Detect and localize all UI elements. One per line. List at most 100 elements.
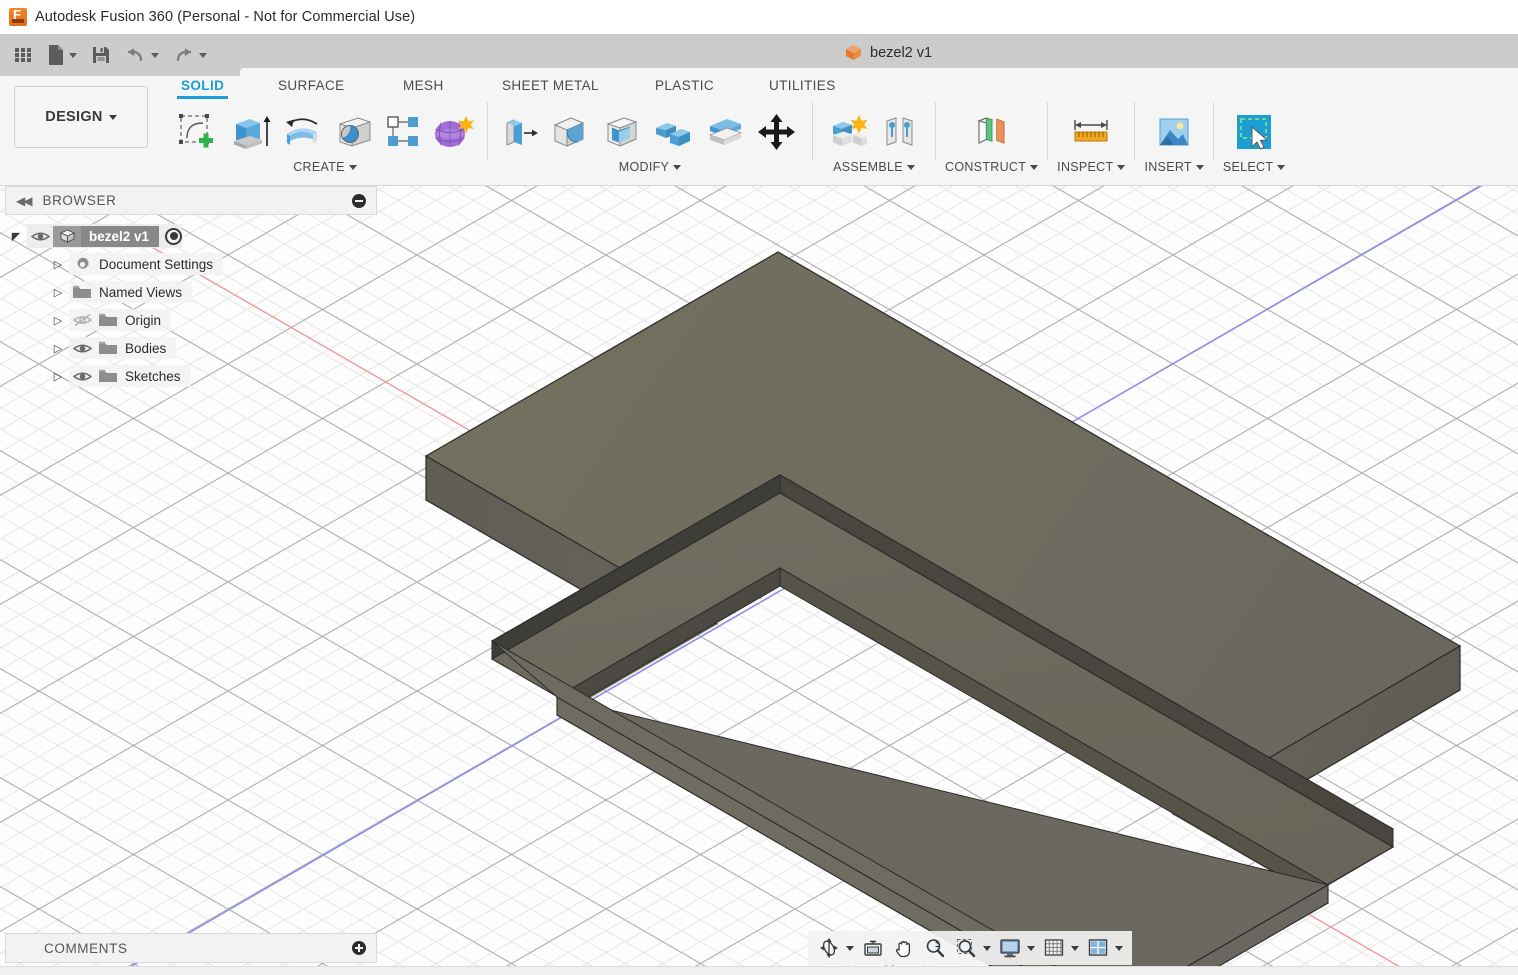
panel-label-insert[interactable]: INSERT <box>1144 160 1204 174</box>
folder-icon <box>95 337 121 359</box>
tab-solid[interactable]: SOLID <box>176 78 229 99</box>
chevron-down-icon[interactable] <box>846 945 854 951</box>
chevron-down-icon <box>1030 164 1039 170</box>
tab-sheet-metal[interactable]: SHEET METAL <box>502 78 599 93</box>
radio-dot-icon[interactable] <box>165 227 183 245</box>
panel-divider <box>812 102 813 160</box>
zoom-magnifier-icon[interactable] <box>920 933 950 963</box>
split-face-icon[interactable] <box>699 103 751 161</box>
browser-root-row[interactable]: ◤ bezel2 v1 <box>5 222 377 250</box>
expand-twisty-icon[interactable]: ▷ <box>47 370 69 383</box>
browser-header: ◀◀ BROWSER <box>5 186 377 215</box>
visibility-eye-off-icon[interactable] <box>69 309 95 331</box>
window-title: Autodesk Fusion 360 (Personal - Not for … <box>35 8 416 25</box>
panel-label-assemble[interactable]: ASSEMBLE <box>833 160 915 174</box>
tab-plastic[interactable]: PLASTIC <box>655 78 714 93</box>
insert-image-icon[interactable] <box>1148 103 1200 161</box>
browser-item-label: Origin <box>125 312 162 328</box>
chevron-down-icon[interactable] <box>1115 945 1123 951</box>
status-bar <box>0 966 1518 975</box>
pan-hand-icon[interactable] <box>889 933 919 963</box>
ribbon-tabs: SOLID SURFACE MESH SHEET METAL PLASTIC U… <box>0 78 1518 102</box>
viewports-icon[interactable] <box>1083 933 1113 963</box>
document-tab[interactable]: bezel2 v1 <box>845 44 932 61</box>
chevron-down-icon <box>199 52 207 58</box>
press-pull-icon[interactable] <box>497 103 543 161</box>
shell-icon[interactable] <box>595 103 647 161</box>
select-cursor-icon[interactable] <box>1228 103 1280 161</box>
document-name: bezel2 v1 <box>870 44 933 61</box>
browser-item-named-views[interactable]: ▷ Named Views <box>5 278 377 306</box>
move-copy-icon[interactable] <box>751 103 803 161</box>
chevron-down-icon[interactable] <box>983 945 991 951</box>
form-icon[interactable] <box>426 103 478 161</box>
plus-circle-icon[interactable] <box>352 941 366 955</box>
chevron-down-icon[interactable] <box>1027 945 1035 951</box>
panel-divider <box>1134 102 1136 160</box>
browser-tree: ◤ bezel2 v1 ▷ Document Settings ▷ Named … <box>5 222 377 390</box>
combine-icon[interactable] <box>647 103 699 161</box>
expand-twisty-icon[interactable]: ▷ <box>47 342 69 355</box>
ribbon: DESIGN SOLID SURFACE MESH SHEET METAL PL… <box>0 76 1518 186</box>
tab-mesh[interactable]: MESH <box>403 78 444 93</box>
tab-utilities[interactable]: UTILITIES <box>769 78 836 93</box>
expand-twisty-open-icon[interactable]: ◤ <box>5 230 27 243</box>
chevron-down-icon <box>108 114 117 120</box>
visibility-eye-icon[interactable] <box>69 365 95 387</box>
revolve-icon[interactable] <box>276 103 328 161</box>
minus-circle-icon[interactable] <box>352 193 366 208</box>
rectangular-pattern-icon[interactable] <box>380 103 426 161</box>
browser-title: BROWSER <box>42 193 117 208</box>
navigation-bar <box>808 931 1132 965</box>
browser-item-bodies[interactable]: ▷ Bodies <box>5 334 377 362</box>
hole-icon[interactable] <box>328 103 380 161</box>
browser-item-origin[interactable]: ▷ Origin <box>5 306 377 334</box>
folder-icon <box>69 281 95 303</box>
expand-twisty-icon[interactable]: ▷ <box>47 314 69 327</box>
panel-label-select[interactable]: SELECT <box>1223 160 1286 174</box>
panel-create: CREATE <box>168 102 482 174</box>
construction-plane-icon[interactable] <box>966 103 1018 161</box>
look-at-icon[interactable] <box>858 933 888 963</box>
chevron-down-icon <box>1117 164 1126 170</box>
panel-label-modify[interactable]: MODIFY <box>619 160 682 174</box>
expand-twisty-icon[interactable]: ▷ <box>47 286 69 299</box>
panel-label-create[interactable]: CREATE <box>293 160 357 174</box>
ribbon-panels: CREATE MODIFY ASSEMBLE CONSTRUCT INSPECT… <box>168 102 1289 182</box>
fillet-icon[interactable] <box>543 103 595 161</box>
visibility-eye-icon[interactable] <box>27 225 53 247</box>
comments-bar[interactable]: COMMENTS <box>5 933 377 963</box>
joint-icon[interactable] <box>874 103 926 161</box>
measure-ruler-icon[interactable] <box>1065 103 1117 161</box>
browser-item-document-settings[interactable]: ▷ Document Settings <box>5 250 377 278</box>
new-component-icon[interactable] <box>822 103 874 161</box>
chevron-down-icon[interactable] <box>1071 945 1079 951</box>
expand-twisty-icon[interactable]: ▷ <box>47 258 69 271</box>
grid-snaps-icon[interactable] <box>1039 933 1069 963</box>
panel-construct: CONSTRUCT <box>941 102 1042 174</box>
panel-modify: MODIFY <box>493 102 807 174</box>
save-icon[interactable] <box>85 39 117 71</box>
tab-surface[interactable]: SURFACE <box>278 78 345 93</box>
create-sketch-icon[interactable] <box>172 103 224 161</box>
grid-apps-icon[interactable] <box>7 39 39 71</box>
undo-icon[interactable] <box>119 39 165 71</box>
chevron-down-icon <box>151 52 159 58</box>
chevron-down-icon <box>673 164 682 170</box>
browser-root-label: bezel2 v1 <box>81 225 160 247</box>
browser-item-sketches[interactable]: ▷ Sketches <box>5 362 377 390</box>
new-file-icon[interactable] <box>41 39 83 71</box>
zoom-window-icon[interactable] <box>951 933 981 963</box>
display-settings-icon[interactable] <box>995 933 1025 963</box>
orbit-icon[interactable] <box>814 933 844 963</box>
double-left-arrow-icon[interactable]: ◀◀ <box>16 194 33 208</box>
workspace-label: DESIGN <box>45 109 103 125</box>
browser-item-label: Document Settings <box>99 256 214 272</box>
panel-label-inspect[interactable]: INSPECT <box>1057 160 1126 174</box>
panel-label-construct[interactable]: CONSTRUCT <box>945 160 1039 174</box>
extrude-icon[interactable] <box>224 103 276 161</box>
chevron-down-icon <box>1195 164 1204 170</box>
redo-icon[interactable] <box>167 39 213 71</box>
chevron-down-icon <box>348 164 357 170</box>
visibility-eye-icon[interactable] <box>69 337 95 359</box>
